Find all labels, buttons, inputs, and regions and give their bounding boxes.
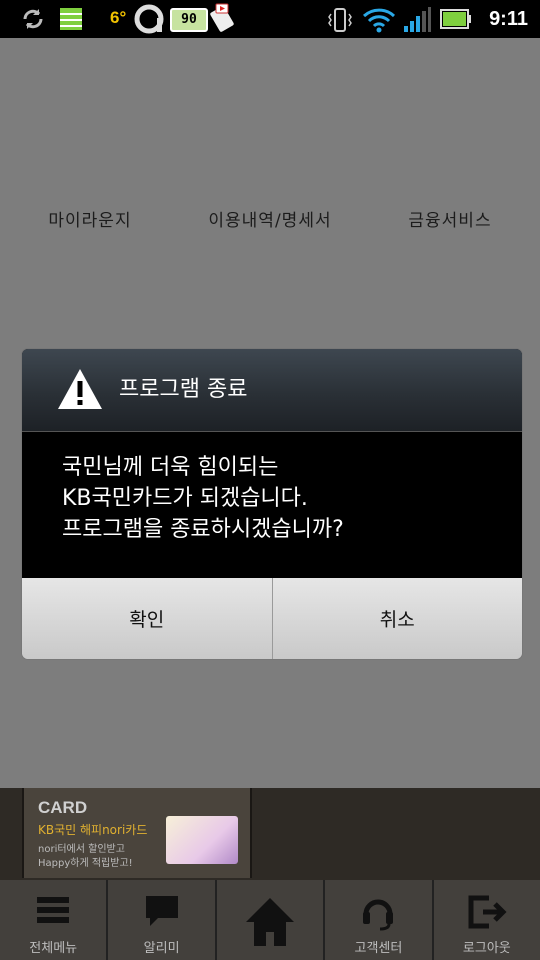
headset-icon <box>363 899 394 931</box>
a-app-icon <box>134 4 164 34</box>
battery-badge-icon: 90 <box>170 8 208 32</box>
nav-customer-center[interactable]: 고객센터 <box>325 880 434 960</box>
cancel-button[interactable]: 취소 <box>271 578 522 659</box>
logout-icon <box>468 895 507 929</box>
menu-item-usage-statement[interactable]: 이용내역/명세서 <box>180 206 360 231</box>
nav-logout[interactable]: 로그아웃 <box>433 880 540 960</box>
temperature: 6° <box>110 8 127 27</box>
dialog-header: 프로그램 종료 <box>22 349 522 432</box>
video-phone-icon <box>210 3 234 32</box>
exit-dialog: 프로그램 종료 국민님께 더욱 힘이되는 KB국민카드가 되겠습니다. 프로그램… <box>21 348 523 660</box>
bottom-nav: 전체메뉴 알리미 고객센터 로그아웃 <box>0 880 540 960</box>
nav-home[interactable] <box>216 880 326 960</box>
confirm-button[interactable]: 확인 <box>22 578 272 659</box>
menu-item-my-lounge[interactable]: 마이라운지 <box>0 206 180 231</box>
promo-banner: CARD KB국민 해피nori카드 nori터에서 할인받고 Happy하게 … <box>0 788 540 880</box>
sync-icon <box>23 9 43 29</box>
banner-subtitle: KB국민 해피nori카드 <box>38 823 148 837</box>
card-image <box>166 816 238 864</box>
banner-line-1: nori터에서 할인받고 <box>38 844 125 855</box>
nav-all-menu[interactable]: 전체메뉴 <box>0 880 109 960</box>
dialog-title: 프로그램 종료 <box>119 377 248 402</box>
top-menu: 마이라운지 이용내역/명세서 금융서비스 <box>0 206 540 231</box>
banner-line-2: Happy하게 적립받고! <box>38 858 133 869</box>
wifi-icon <box>362 8 396 33</box>
menu-item-finance-service[interactable]: 금융서비스 <box>360 206 540 231</box>
status-bar: 6° 90 9:11 <box>0 0 540 38</box>
card-promo[interactable]: CARD KB국민 해피nori카드 nori터에서 할인받고 Happy하게 … <box>22 788 252 878</box>
nav-label-all-menu: 전체메뉴 <box>29 941 78 956</box>
dialog-body: 국민님께 더욱 힘이되는 KB국민카드가 되겠습니다. 프로그램을 종료하시겠습… <box>22 432 522 578</box>
storage-icon <box>60 8 82 30</box>
nav-label-customer-center: 고객센터 <box>354 941 403 956</box>
banner-title: CARD <box>38 798 88 817</box>
nav-notifier[interactable]: 알리미 <box>108 880 217 960</box>
nav-label-logout: 로그아웃 <box>462 941 511 956</box>
warning-icon <box>58 369 102 409</box>
battery-icon <box>440 9 471 29</box>
clock: 9:11 <box>489 8 528 30</box>
vibrate-icon <box>328 8 352 32</box>
dialog-buttons: 확인 취소 <box>22 578 522 659</box>
nav-label-notifier: 알리미 <box>143 941 180 956</box>
signal-icon <box>404 7 431 32</box>
menu-icon <box>37 897 70 923</box>
home-icon <box>246 898 295 946</box>
dialog-message: 국민님께 더욱 힘이되는 KB국민카드가 되겠습니다. 프로그램을 종료하시겠습… <box>62 455 344 542</box>
message-icon <box>145 896 178 926</box>
